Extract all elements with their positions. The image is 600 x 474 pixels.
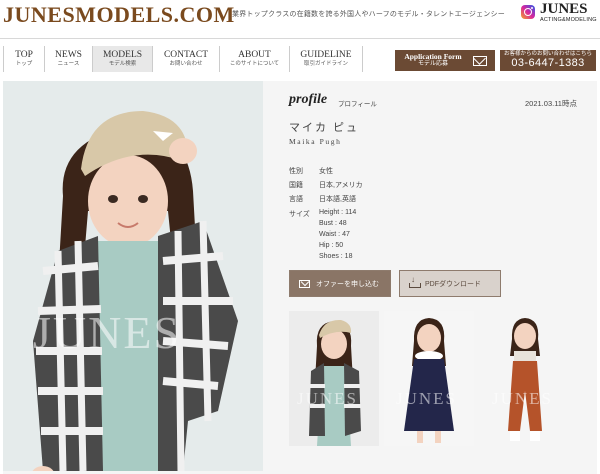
profile-date: 2021.03.11時点 (525, 99, 577, 108)
mail-icon (299, 279, 310, 288)
profile-heading: profile (289, 92, 328, 107)
nav-label: GUIDELINE (300, 49, 352, 60)
site-tagline: 業界トップクラスの在籍数を誇る外国人やハーフのモデル・タレントエージェンシー (232, 11, 505, 18)
child-in-plaid-shirt-illustration (3, 81, 263, 471)
nav-item-about[interactable]: ABOUT このサイトについて (219, 46, 289, 72)
thumbnail-1[interactable]: JUNES (289, 311, 379, 446)
nav-item-models[interactable]: MODELS モデル検索 (92, 46, 152, 72)
nav-label: TOP (15, 49, 33, 60)
pdf-download-button[interactable]: PDFダウンロード (399, 270, 501, 297)
brand-name: JUNES (540, 1, 588, 17)
nav-item-top[interactable]: TOP トップ (3, 46, 44, 72)
offer-button[interactable]: オファーを申し込む (289, 270, 391, 297)
thumbnail-3[interactable]: JUNES (480, 311, 570, 446)
junes-watermark: JUNES (492, 389, 554, 408)
site-header: JUNESMODELS.COM 業界トップクラスの在籍数を誇る外国人やハーフのモ… (0, 0, 600, 30)
junes-watermark: JUNES (297, 389, 359, 408)
nav-item-guideline[interactable]: GUIDELINE 取引ガイドライン (289, 46, 363, 72)
brand-subtitle: ACTING&MODELING (540, 17, 597, 23)
thumb-navy-dress-illustration (384, 311, 474, 446)
info-key: 国籍 (289, 182, 303, 189)
site-logo[interactable]: JUNESMODELS.COM (3, 2, 235, 28)
nav-label: MODELS (102, 49, 143, 60)
nav-item-news[interactable]: NEWS ニュース (44, 46, 92, 72)
info-key: 言語 (289, 196, 303, 203)
application-form-sublabel: モデル応募 (417, 61, 448, 68)
info-value: 女性 (319, 168, 333, 175)
nav-sublabel: お問い合わせ (169, 60, 203, 67)
application-form-button[interactable]: Application Form モデル応募 (395, 50, 495, 71)
main-nav: TOP トップ NEWS ニュース MODELS モデル検索 CONTACT お… (3, 46, 363, 72)
pdf-button-label: PDFダウンロード (425, 280, 481, 288)
nav-label: CONTACT (163, 49, 209, 60)
main-model-photo[interactable]: JUNES (3, 81, 263, 471)
junes-watermark: JUNES (33, 307, 182, 358)
profile-heading-jp: プロフィール (338, 101, 377, 108)
header-divider (0, 38, 600, 39)
measurement-shoes: Shoes : 18 (319, 253, 353, 260)
mail-icon (473, 55, 487, 66)
nav-sublabel: ニュース (57, 60, 80, 67)
nav-sublabel: トップ (15, 60, 33, 67)
phone-contact-button[interactable]: お客様からのお問い合わせはこちら 03-6447-1383 (500, 50, 596, 71)
measurement-hip: Hip : 50 (319, 242, 344, 249)
measurement-waist: Waist : 47 (319, 231, 350, 238)
download-icon (409, 275, 421, 288)
nav-sublabel: モデル検索 (108, 60, 137, 67)
instagram-icon[interactable] (521, 5, 535, 19)
measurement-height: Height : 114 (319, 209, 357, 216)
nav-label: ABOUT (238, 49, 271, 60)
junes-brand-logo[interactable]: JUNES ACTING&MODELING (540, 2, 597, 24)
measurement-bust: Bust : 48 (319, 220, 347, 227)
info-key: 性別 (289, 168, 303, 175)
thumb-plaid-shirt-illustration (289, 311, 379, 446)
nav-label: NEWS (55, 49, 82, 60)
info-value: 日本,アメリカ (319, 182, 363, 189)
nav-item-contact[interactable]: CONTACT お問い合わせ (152, 46, 219, 72)
phone-number: 03-6447-1383 (511, 57, 585, 70)
nav-sublabel: このサイトについて (229, 60, 280, 67)
model-name-jp: マイカ ピュ (289, 122, 360, 134)
thumbnail-2[interactable]: JUNES (384, 311, 474, 446)
info-key: サイズ (289, 211, 310, 218)
junes-watermark: JUNES (396, 389, 458, 408)
offer-button-label: オファーを申し込む (316, 280, 379, 288)
nav-sublabel: 取引ガイドライン (303, 60, 348, 67)
info-value: 日本語,英語 (319, 196, 356, 203)
model-name-en: Maika Pugh (289, 137, 342, 146)
thumb-orange-overalls-illustration (480, 311, 570, 446)
